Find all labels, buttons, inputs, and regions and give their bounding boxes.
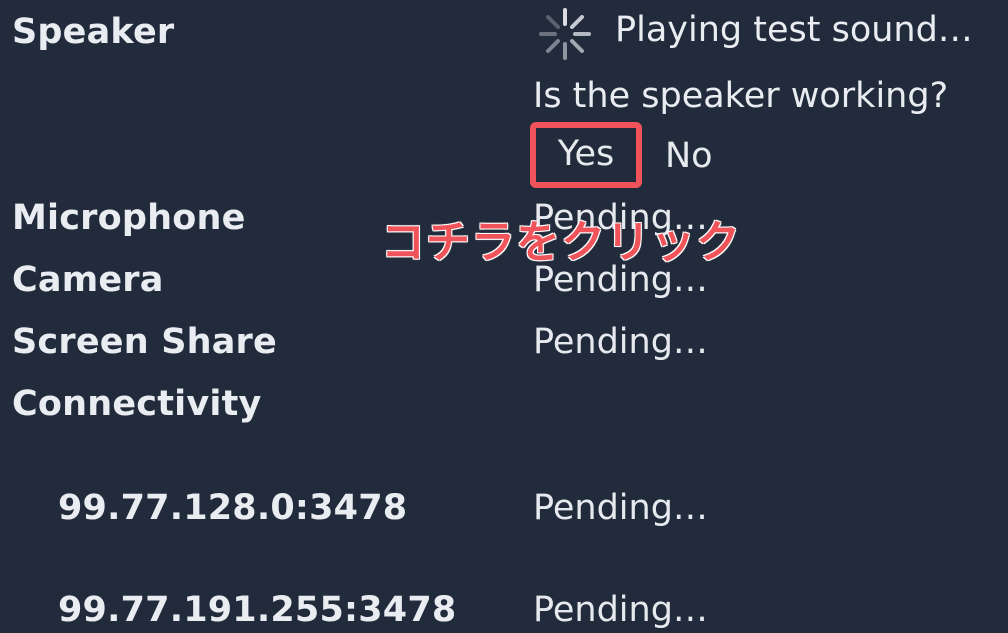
no-button[interactable]: No <box>665 136 713 176</box>
camera-status: Pending… <box>533 260 708 300</box>
endpoint-address: 99.77.128.0:3478 <box>58 488 408 528</box>
speaker-question: Is the speaker working? <box>533 76 949 116</box>
device-check-panel: Speaker Playing test sound… Is the speak… <box>0 0 1008 633</box>
connectivity-label: Connectivity <box>12 384 262 424</box>
yes-button[interactable]: Yes <box>530 122 642 188</box>
screen-share-label: Screen Share <box>12 322 277 362</box>
camera-label: Camera <box>12 260 164 300</box>
microphone-label: Microphone <box>12 198 246 238</box>
endpoint-status: Pending… <box>533 590 708 630</box>
speaker-status: Playing test sound… <box>615 10 973 50</box>
endpoint-address: 99.77.191.255:3478 <box>58 590 457 630</box>
speaker-label: Speaker <box>12 12 175 52</box>
loading-spinner-icon <box>539 8 591 60</box>
screen-share-status: Pending… <box>533 322 708 362</box>
endpoint-status: Pending… <box>533 488 708 528</box>
